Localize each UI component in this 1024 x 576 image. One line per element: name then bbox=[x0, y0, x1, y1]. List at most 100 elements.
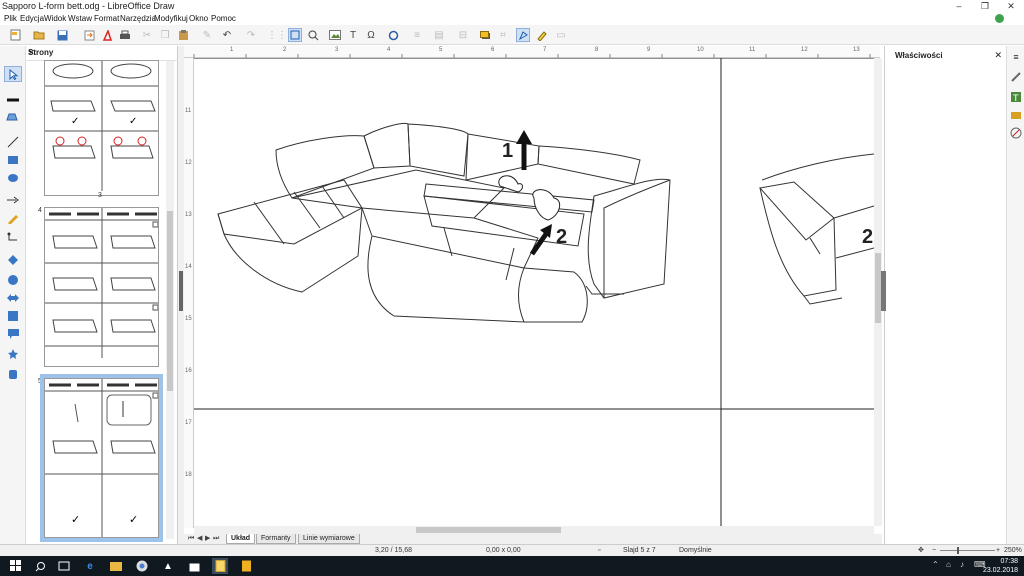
helplines-icon[interactable] bbox=[288, 28, 302, 42]
taskbar-clock[interactable]: 07:38 23.02.2018 bbox=[983, 557, 1018, 575]
next-tab-button[interactable]: ▶ bbox=[205, 534, 210, 544]
tab-controls[interactable]: Formanty bbox=[256, 534, 296, 544]
connector-tool-icon[interactable] bbox=[4, 230, 22, 246]
arrange-icon[interactable]: ▤ bbox=[432, 28, 446, 42]
print-icon[interactable] bbox=[118, 28, 132, 42]
redo-icon[interactable]: ↷ bbox=[244, 28, 258, 42]
edge-browser-icon[interactable]: e bbox=[82, 558, 98, 574]
minimize-button[interactable]: – bbox=[948, 0, 970, 12]
open-icon[interactable] bbox=[32, 28, 46, 42]
freehand-tool-icon[interactable] bbox=[4, 210, 22, 226]
glue-points-icon[interactable] bbox=[534, 28, 548, 42]
close-window-button[interactable]: ✕ bbox=[1000, 0, 1022, 12]
horizontal-ruler-ticks bbox=[193, 54, 871, 58]
navigator-deck-icon[interactable] bbox=[1009, 126, 1023, 140]
canvas-horizontal-scrollbar[interactable] bbox=[194, 526, 874, 534]
symbol-shapes-icon[interactable] bbox=[4, 272, 22, 288]
insert-text-icon[interactable]: T bbox=[346, 28, 360, 42]
basic-shapes-icon[interactable] bbox=[4, 252, 22, 268]
zoom-slider-handle[interactable] bbox=[957, 547, 959, 554]
zoom-slider[interactable] bbox=[940, 550, 995, 551]
update-icon[interactable] bbox=[995, 14, 1004, 23]
horizontal-ruler[interactable]: 1 2 3 4 5 6 7 8 9 10 11 12 13 bbox=[184, 46, 880, 58]
last-tab-button[interactable]: ⏭ bbox=[213, 534, 219, 544]
toggle-extrusion-icon[interactable]: ▭ bbox=[554, 28, 568, 42]
task-view-icon[interactable] bbox=[56, 558, 72, 574]
zoom-icon[interactable] bbox=[306, 28, 320, 42]
chrome-icon[interactable] bbox=[134, 558, 150, 574]
shadow-icon[interactable] bbox=[478, 28, 492, 42]
menu-help[interactable]: Pomoc bbox=[211, 12, 236, 25]
pages-scrollbar-thumb[interactable] bbox=[167, 211, 173, 391]
export-icon[interactable] bbox=[82, 28, 96, 42]
sidebar-splitter-grip-icon[interactable] bbox=[881, 271, 886, 311]
points-icon[interactable] bbox=[516, 28, 530, 42]
page-thumbnail-3[interactable]: ✓ ✓ bbox=[44, 60, 159, 196]
page-5-preview: ✓ ✓ bbox=[45, 379, 158, 537]
callouts-icon[interactable] bbox=[4, 326, 22, 342]
select-icon[interactable] bbox=[4, 66, 22, 82]
vertical-ruler[interactable]: 11 12 13 14 15 16 17 18 bbox=[184, 58, 194, 528]
flowchart-icon[interactable] bbox=[4, 308, 22, 324]
first-tab-button[interactable]: ⏮ bbox=[188, 534, 194, 544]
crop-icon[interactable]: ⌗ bbox=[496, 28, 510, 42]
properties-deck-icon[interactable] bbox=[1009, 70, 1023, 84]
menu-tools[interactable]: Narzędzia bbox=[120, 12, 156, 25]
menu-format[interactable]: Format bbox=[94, 12, 119, 25]
splitter-grip-icon[interactable] bbox=[179, 271, 183, 311]
canvas-horizontal-scrollbar-thumb[interactable] bbox=[416, 527, 561, 533]
tab-layout[interactable]: Układ bbox=[226, 534, 256, 544]
menu-edit[interactable]: Edycja bbox=[20, 12, 44, 25]
distribute-icon[interactable]: ⊟ bbox=[456, 28, 470, 42]
clone-formatting-icon[interactable]: ✎ bbox=[200, 28, 214, 42]
menu-view[interactable]: Widok bbox=[44, 12, 66, 25]
pages-panel-close-button[interactable]: ✕ bbox=[28, 48, 174, 57]
drawing-canvas[interactable]: 1 2 2 bbox=[194, 58, 874, 526]
page-thumbnail-4[interactable] bbox=[44, 207, 159, 367]
copy-icon[interactable]: ❐ bbox=[158, 28, 172, 42]
grid-icon[interactable]: ⋮⋮ bbox=[267, 28, 287, 42]
ellipse-tool-icon[interactable] bbox=[4, 170, 22, 186]
pages-scrollbar[interactable] bbox=[166, 61, 174, 539]
restore-button[interactable]: ❐ bbox=[974, 0, 996, 12]
styles-deck-icon[interactable]: T bbox=[1009, 90, 1023, 104]
paste-icon[interactable] bbox=[176, 28, 190, 42]
rectangle-tool-icon[interactable] bbox=[4, 152, 22, 168]
file-explorer-icon[interactable] bbox=[108, 558, 124, 574]
insert-image-icon[interactable] bbox=[328, 28, 342, 42]
new-document-icon[interactable] bbox=[8, 28, 22, 42]
libreoffice-taskbar-icon[interactable] bbox=[238, 558, 254, 574]
3d-objects-icon[interactable] bbox=[4, 366, 22, 382]
menu-file[interactable]: Plik bbox=[4, 12, 17, 25]
gallery-deck-icon[interactable] bbox=[1009, 108, 1023, 122]
cut-icon[interactable]: ✂ bbox=[140, 28, 154, 42]
sidebar-close-button[interactable]: ✕ bbox=[994, 50, 1002, 61]
network-icon[interactable]: ⌂ bbox=[946, 560, 951, 569]
arrow-line-tool-icon[interactable] bbox=[4, 192, 22, 208]
insert-special-character-icon[interactable]: Ω bbox=[364, 28, 378, 42]
line-tool-icon[interactable] bbox=[4, 134, 22, 150]
save-icon[interactable] bbox=[55, 28, 69, 42]
volume-icon[interactable]: ♪ bbox=[960, 560, 964, 569]
undo-icon[interactable]: ↶ bbox=[220, 28, 234, 42]
menu-window[interactable]: Okno bbox=[189, 12, 208, 25]
tray-chevron-icon[interactable]: ⌃ bbox=[932, 560, 939, 569]
fill-color-icon[interactable] bbox=[4, 110, 22, 126]
page-thumbnail-5[interactable]: ✓ ✓ bbox=[40, 374, 163, 542]
transformations-icon[interactable] bbox=[386, 28, 400, 42]
sidebar-menu-icon[interactable]: ≡ bbox=[1009, 50, 1023, 64]
search-icon[interactable] bbox=[32, 558, 48, 574]
app-icon[interactable]: ▲ bbox=[160, 558, 176, 574]
previous-tab-button[interactable]: ◀ bbox=[197, 534, 202, 544]
menu-insert[interactable]: Wstaw bbox=[68, 12, 92, 25]
menu-modify[interactable]: Modyfikuj bbox=[154, 12, 188, 25]
block-arrows-icon[interactable] bbox=[4, 290, 22, 306]
align-icon[interactable]: ≡ bbox=[410, 28, 424, 42]
tab-dimension-lines[interactable]: Linie wymiarowe bbox=[298, 534, 360, 544]
line-color-icon[interactable] bbox=[4, 92, 22, 108]
stars-icon[interactable] bbox=[4, 346, 22, 362]
export-pdf-icon[interactable] bbox=[100, 28, 114, 42]
windows-start-icon[interactable] bbox=[8, 558, 24, 574]
libreoffice-draw-taskbar-icon[interactable] bbox=[212, 558, 228, 574]
store-icon[interactable] bbox=[186, 558, 202, 574]
